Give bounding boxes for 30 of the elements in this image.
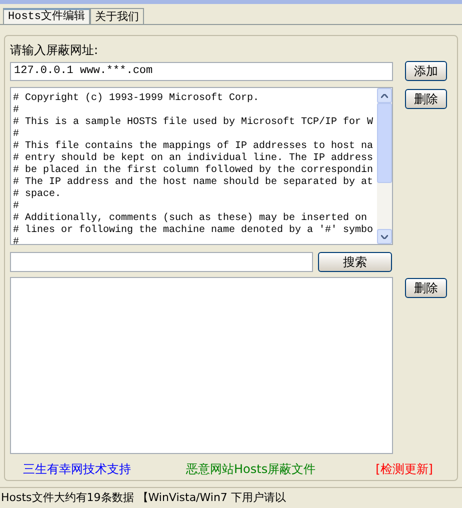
address-label: 请输入屏蔽网址: <box>10 42 98 58</box>
address-field[interactable]: 127.0.0.1 www.***.com <box>10 62 393 80</box>
text-line: # <box>13 237 20 244</box>
text-line: # <box>13 105 20 117</box>
hosts-text-area[interactable] <box>10 87 393 245</box>
delete-button[interactable]: 删除 <box>405 89 447 109</box>
link[interactable]: 三生有幸网技术支持 <box>23 461 131 477</box>
text-line: # <box>13 201 20 213</box>
search-field[interactable] <box>10 252 313 272</box>
text-line: # be placed in the first column followed by the correspondin <box>13 165 374 176</box>
text-line: # lines or following the machine name denoted by a '#' symbo <box>13 225 374 237</box>
scrollbar[interactable] <box>377 88 392 244</box>
text-line: # This file contains the mappings of IP addresses to host na <box>13 141 374 152</box>
scroll-thumb[interactable] <box>377 103 392 183</box>
text-line: # space. <box>13 189 62 201</box>
scroll-up-icon[interactable] <box>377 88 392 103</box>
link[interactable]: 恶意网站Hosts屏蔽文件 <box>186 461 316 477</box>
search-button[interactable]: 搜索 <box>318 252 392 272</box>
text-line: # <box>13 129 20 141</box>
list-delete-button[interactable]: 删除 <box>405 278 447 298</box>
text-line: # This is a sample HOSTS file used by Microsoft TCP/IP for W <box>13 117 374 129</box>
scroll-down-icon[interactable] <box>377 229 392 244</box>
add-button[interactable]: 添加 <box>405 61 447 81</box>
text-line: # Copyright (c) 1993-1999 Microsoft Corp. <box>13 93 260 105</box>
tab[interactable]: 关于我们 <box>90 8 144 24</box>
text-line: # entry should be kept on an individual line. The IP address <box>13 153 374 164</box>
text-line: # Additionally, comments (such as these) may be inserted on <box>13 213 368 224</box>
tab[interactable]: Hosts文件编辑 <box>3 8 90 24</box>
status-text: Hosts文件大约有19条数据 【WinVista/Win7 下用户请以 <box>0 490 286 506</box>
text-line: # The IP address and the host name should be separated by at <box>13 177 374 189</box>
